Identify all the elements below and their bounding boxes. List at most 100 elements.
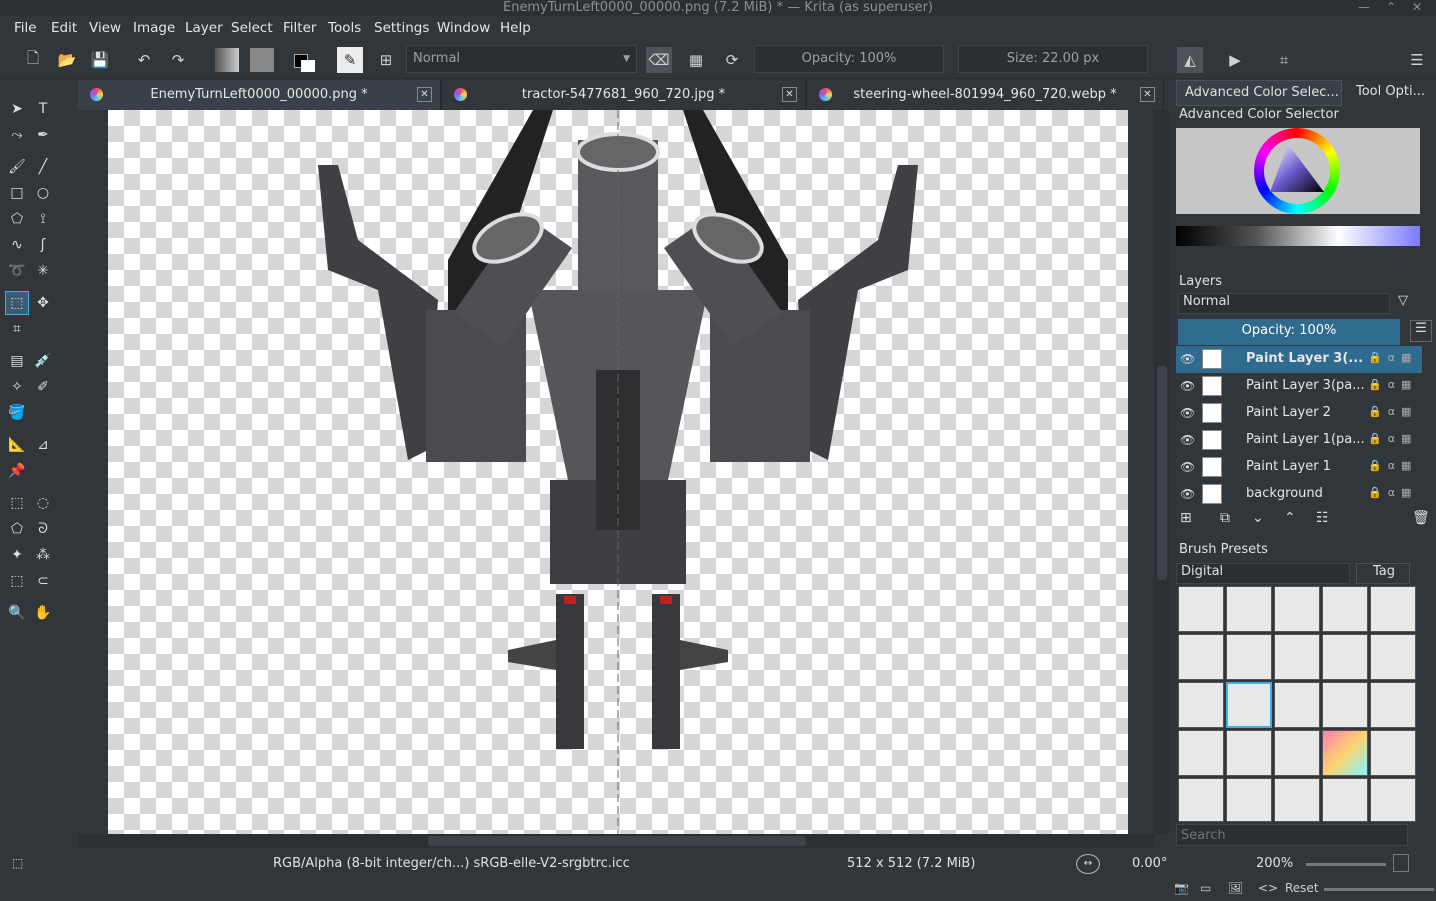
brush-preset-item[interactable] (1322, 634, 1368, 680)
polygon-select-icon[interactable]: ⬠ (5, 517, 29, 541)
move-tool-icon[interactable]: ✥ (31, 291, 55, 315)
shade-selector-bar[interactable] (1176, 226, 1420, 246)
pan-tool-icon[interactable]: ✋ (31, 601, 55, 625)
brush-preset-item-selected[interactable] (1226, 682, 1272, 728)
transform-tool-icon[interactable]: ⬚ (5, 291, 29, 315)
menu-window[interactable]: Window (437, 20, 490, 36)
calligraphy-icon[interactable]: ✒ (31, 123, 55, 147)
bezier-select-icon[interactable]: ⬚ (5, 569, 29, 593)
horizontal-scrollbar[interactable] (78, 834, 1154, 848)
eye-icon[interactable]: 👁 (1180, 352, 1195, 366)
freehand-brush-icon[interactable]: 🖌 (5, 155, 29, 179)
brush-preset-item[interactable] (1370, 730, 1416, 776)
layer-options-icon[interactable]: ☷ (1316, 510, 1329, 526)
eye-icon[interactable]: 👁 (1180, 433, 1195, 447)
freehand-select-icon[interactable]: ᘐ (31, 517, 55, 541)
bezier-tool-icon[interactable]: ∿ (5, 233, 29, 257)
menu-view[interactable]: View (89, 20, 121, 36)
brush-preset-item[interactable] (1370, 586, 1416, 632)
brush-preset-item[interactable] (1274, 730, 1320, 776)
brush-preset-item[interactable] (1226, 730, 1272, 776)
move-layer-up-icon[interactable]: ⌃ (1284, 510, 1296, 526)
foreground-background-color-icon[interactable] (291, 47, 317, 73)
gradient-tool-icon[interactable]: ▤ (5, 349, 29, 373)
close-tab-icon[interactable]: ✕ (1140, 87, 1155, 102)
eraser-mode-icon[interactable]: ⌫ (646, 47, 672, 73)
dynamic-brush-icon[interactable]: ➰ (5, 259, 29, 283)
layer-flags[interactable]: 🔒α▦ (1368, 486, 1417, 499)
fill-gradients-icon[interactable] (214, 47, 240, 73)
brush-preset-item[interactable] (1322, 730, 1368, 776)
image-canvas[interactable] (108, 110, 1128, 834)
brush-preset-item[interactable] (1226, 586, 1272, 632)
zoom-tool-icon[interactable]: 🔍 (5, 601, 29, 625)
move-layer-down-icon[interactable]: ⌄ (1252, 510, 1264, 526)
blend-mode-select[interactable]: Normal ▼ (406, 45, 637, 73)
size-slider[interactable]: Size: 22.00 px (958, 45, 1148, 73)
scroll-thumb[interactable] (428, 836, 806, 846)
close-window-icon[interactable]: ✕ (1412, 0, 1422, 15)
eye-icon[interactable]: 👁 (1180, 406, 1195, 420)
brush-preset-item[interactable] (1370, 682, 1416, 728)
scroll-thumb[interactable] (1157, 366, 1167, 580)
tab-enemy-turn-left[interactable]: EnemyTurnLeft0000_00000.png * ✕ (78, 80, 441, 110)
color-selector-area[interactable] (1176, 128, 1420, 214)
mirror-horizontal-icon[interactable]: ◭ (1177, 47, 1203, 73)
text-tool-icon[interactable]: T (31, 97, 55, 121)
reload-preset-icon[interactable]: ⟳ (719, 47, 745, 73)
layer-row[interactable]: 👁 background 🔒α▦ (1176, 481, 1422, 508)
eye-icon[interactable]: 👁 (1180, 487, 1195, 501)
reset-label[interactable]: Reset (1285, 881, 1319, 895)
layer-flags[interactable]: 🔒α▦ (1368, 459, 1417, 472)
preserve-alpha-icon[interactable]: ▦ (683, 47, 709, 73)
minimize-icon[interactable]: — (1358, 0, 1370, 15)
close-tab-icon[interactable]: ✕ (417, 87, 432, 102)
toolbar-menu-icon[interactable]: ☰ (1404, 47, 1430, 73)
tab-advanced-color-selector[interactable]: Advanced Color Selec... (1176, 80, 1342, 106)
magnetic-select-icon[interactable]: ⊂ (31, 569, 55, 593)
tab-tool-options[interactable]: Tool Opti... (1348, 80, 1436, 106)
brush-preset-icon[interactable]: ✎ (337, 47, 363, 73)
image-icon[interactable]: 🖼 (1228, 881, 1243, 895)
edit-shapes-icon[interactable]: ⤳ (5, 123, 29, 147)
hue-ring[interactable] (1254, 128, 1340, 214)
opacity-slider[interactable]: Opacity: 100% (754, 45, 944, 73)
smart-patch-icon[interactable]: ✧ (5, 375, 29, 399)
canvas-view-icon[interactable] (1393, 854, 1409, 872)
polyline-tool-icon[interactable]: ⟟ (31, 207, 55, 231)
open-document-icon[interactable]: 📂 (54, 47, 80, 73)
filter-icon[interactable]: ▽ (1398, 293, 1428, 314)
brush-preset-item[interactable] (1322, 778, 1368, 822)
grid-icon[interactable]: ⊞ (373, 47, 399, 73)
brush-preset-item[interactable] (1322, 682, 1368, 728)
brush-preset-item[interactable] (1178, 778, 1224, 822)
redo-icon[interactable]: ↷ (165, 47, 191, 73)
menu-edit[interactable]: Edit (51, 20, 77, 36)
fill-patterns-icon[interactable] (249, 47, 275, 73)
mirror-vertical-icon[interactable]: ▶ (1222, 47, 1248, 73)
add-layer-icon[interactable]: ⊞ (1180, 510, 1192, 526)
menu-layer[interactable]: Layer (185, 20, 223, 36)
layer-properties-icon[interactable]: ☰ (1410, 320, 1432, 342)
brush-preset-item[interactable] (1274, 634, 1320, 680)
brush-preset-item[interactable] (1274, 586, 1320, 632)
freehand-path-icon[interactable]: ʃ (31, 233, 55, 257)
tag-button[interactable]: Tag (1356, 563, 1410, 584)
layer-opacity-slider[interactable]: Opacity: 100% (1178, 319, 1400, 345)
menu-settings[interactable]: Settings (374, 20, 429, 36)
reference-images-icon[interactable]: 📌 (5, 459, 29, 483)
multibrush-icon[interactable]: ✳ (31, 259, 55, 283)
delete-layer-icon[interactable]: 🗑 (1412, 510, 1430, 526)
saturation-triangle[interactable] (1268, 142, 1326, 200)
menu-file[interactable]: File (14, 20, 37, 36)
selection-icon[interactable]: ⬚ (12, 856, 23, 870)
line-tool-icon[interactable]: ╱ (31, 155, 55, 179)
brush-preset-item[interactable] (1322, 586, 1368, 632)
canvas-area[interactable] (78, 110, 1154, 834)
wrap-around-icon[interactable]: ⌗ (1271, 47, 1297, 73)
measure-tool-icon[interactable]: 📐 (5, 433, 29, 457)
layer-flags[interactable]: 🔒α▦ (1368, 351, 1417, 364)
ellipse-select-icon[interactable]: ◌ (31, 491, 55, 515)
maximize-icon[interactable]: ⌃ (1386, 0, 1396, 15)
similar-select-icon[interactable]: ⁂ (31, 543, 55, 567)
